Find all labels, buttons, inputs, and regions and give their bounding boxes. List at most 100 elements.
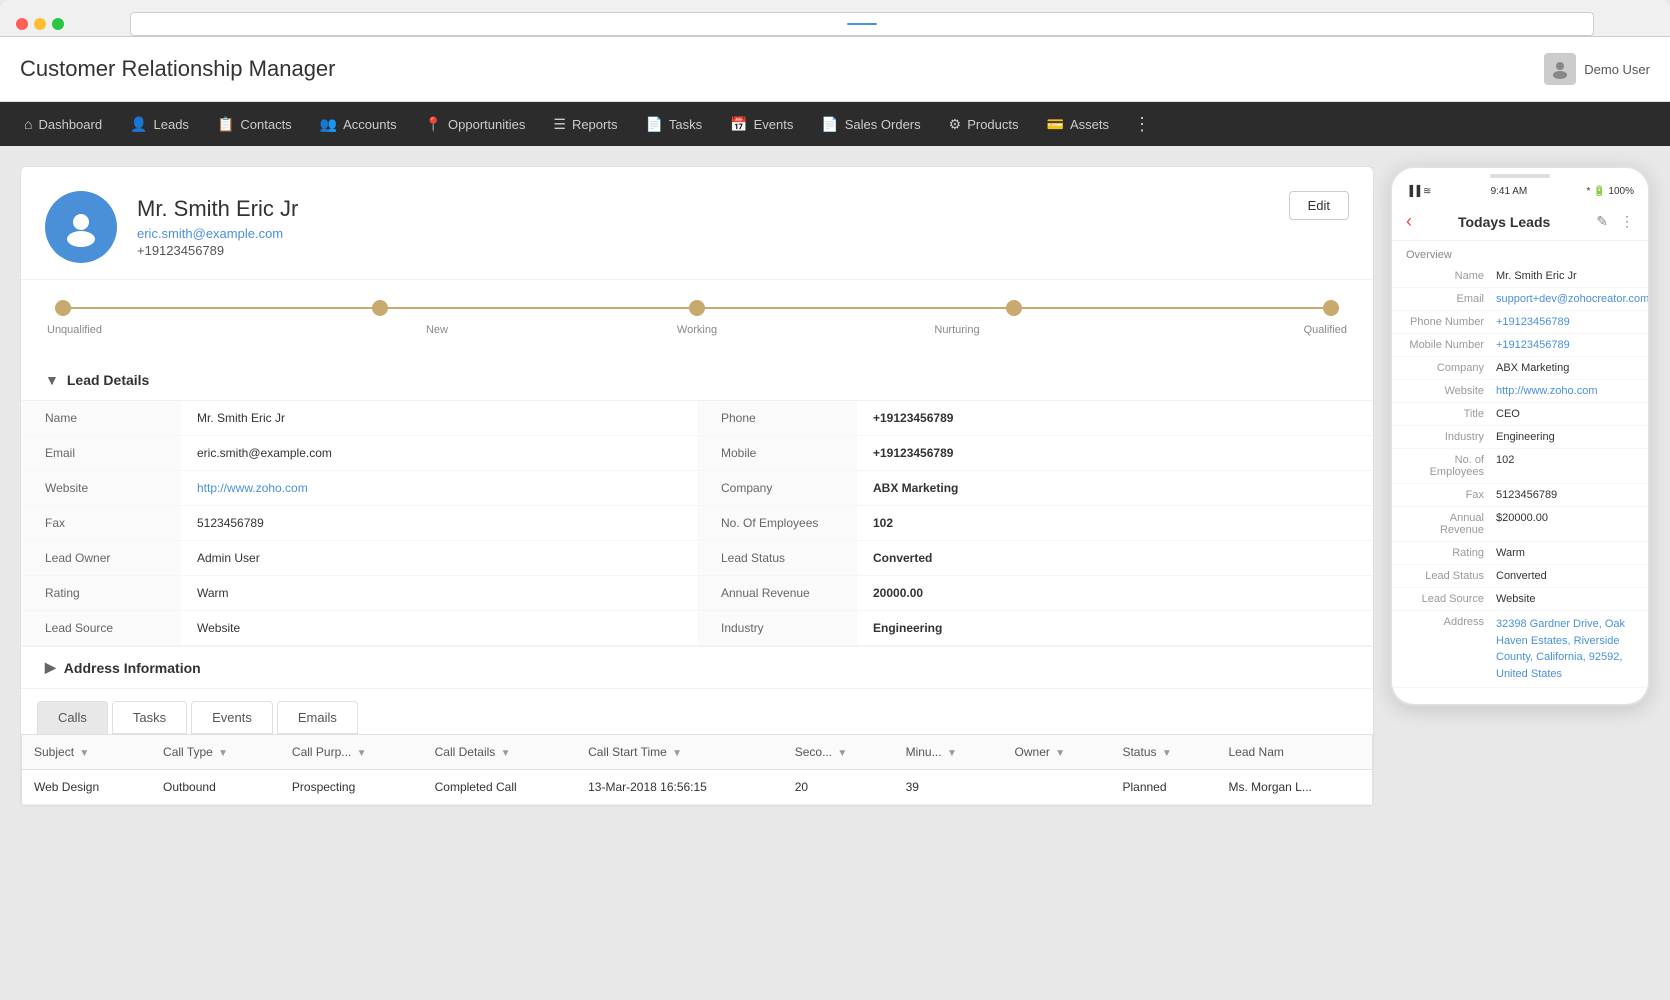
reports-icon: ☰ [553,116,566,133]
phone-label-lead-source: Lead Source [1406,593,1496,605]
tab-calls[interactable]: Calls [37,701,108,734]
nav-item-dashboard[interactable]: ⌂ Dashboard [10,102,116,146]
label-rating: Rating [21,576,181,610]
col-owner[interactable]: Owner ▼ [1003,735,1111,770]
phone-field-lead-source: Lead Source Website [1392,588,1648,611]
table-header-row: Subject ▼ Call Type ▼ Call Purp... ▼ Cal… [22,735,1372,770]
contacts-icon: 📋 [217,116,234,133]
phone-value-address[interactable]: 32398 Gardner Drive, Oak Haven Estates, … [1496,616,1634,682]
nav-label-products: Products [967,117,1018,132]
edit-button[interactable]: Edit [1289,191,1349,220]
tab-tasks[interactable]: Tasks [112,701,187,734]
tab-events[interactable]: Events [191,701,273,734]
phone-value-mobile[interactable]: +19123456789 [1496,339,1634,351]
phone-back-button[interactable]: ‹ [1406,211,1412,232]
col-subject[interactable]: Subject ▼ [22,735,151,770]
nav-label-assets: Assets [1070,117,1109,132]
nav-item-products[interactable]: ⚙ Products [935,102,1033,146]
nav-label-accounts: Accounts [343,117,396,132]
nav-item-assets[interactable]: 💳 Assets [1033,102,1123,146]
tabs-section: Calls Tasks Events Emails [21,688,1373,734]
close-button[interactable] [16,18,28,30]
col-call-details[interactable]: Call Details ▼ [423,735,576,770]
progress-dot-nurturing[interactable] [1006,300,1022,316]
profile-email[interactable]: eric.smith@example.com [137,226,298,241]
progress-label-unqualified: Unqualified [47,324,307,336]
nav-item-leads[interactable]: 👤 Leads [116,102,203,146]
nav-item-events[interactable]: 📅 Events [716,102,807,146]
col-lead-name[interactable]: Lead Nam [1217,735,1373,770]
value-phone: +19123456789 [857,401,1373,435]
phone-label-rating: Rating [1406,547,1496,559]
cell-seconds: 20 [783,770,894,805]
progress-dot-qualified[interactable] [1323,300,1339,316]
progress-label-new: New [307,324,567,336]
phone-time: 9:41 AM [1491,186,1528,197]
profile-phone: +19123456789 [137,243,298,258]
home-icon: ⌂ [24,116,32,132]
user-name: Demo User [1584,62,1650,77]
phone-edit-icon[interactable]: ✎ [1596,213,1608,230]
loading-indicator [847,23,877,25]
mobile-preview: ▐▐ ≋ 9:41 AM * 🔋 100% ‹ Todays Leads ✎ ⋮… [1390,166,1650,706]
events-icon: 📅 [730,116,747,133]
phone-value-email[interactable]: support+dev@zohocreator.com [1496,293,1648,305]
phone-value-phone[interactable]: +19123456789 [1496,316,1634,328]
progress-dot-new[interactable] [372,300,388,316]
phone-label-employees: No. of Employees [1406,454,1496,478]
col-seconds[interactable]: Seco... ▼ [783,735,894,770]
nav-label-events: Events [754,117,794,132]
nav-item-sales-orders[interactable]: 📄 Sales Orders [807,102,934,146]
nav-label-reports: Reports [572,117,618,132]
nav-item-opportunities[interactable]: 📍 Opportunities [411,102,540,146]
progress-section: Unqualified New Working Nurturing Qualif… [21,280,1373,360]
phone-field-website: Website http://www.zoho.com [1392,380,1648,403]
address-expand-arrow: ▶ [45,659,56,676]
profile-avatar [45,191,117,263]
phone-value-website[interactable]: http://www.zoho.com [1496,385,1634,397]
lead-details-header[interactable]: ▼ Lead Details [21,360,1373,401]
address-section-header[interactable]: ▶ Address Information [21,647,1373,688]
nav-label-sales-orders: Sales Orders [845,117,921,132]
phone-label-email: Email [1406,293,1496,305]
col-minutes[interactable]: Minu... ▼ [894,735,1003,770]
tabs-row: Calls Tasks Events Emails [37,701,1357,734]
phone-scroll-area[interactable]: Overview Name Mr. Smith Eric Jr Email su… [1392,241,1648,697]
phone-field-industry: Industry Engineering [1392,426,1648,449]
phone-battery: * 🔋 100% [1587,186,1634,197]
phone-value-company: ABX Marketing [1496,362,1634,374]
tab-emails[interactable]: Emails [277,701,358,734]
label-mobile: Mobile [697,436,857,470]
profile-left: Mr. Smith Eric Jr eric.smith@example.com… [45,191,298,263]
detail-row-company: Company ABX Marketing [697,471,1373,506]
col-call-purpose[interactable]: Call Purp... ▼ [280,735,423,770]
value-fax: 5123456789 [181,506,697,540]
detail-row-industry: Industry Engineering [697,611,1373,646]
label-lead-owner: Lead Owner [21,541,181,575]
more-menu-button[interactable]: ⋮ [1123,114,1161,135]
value-lead-status: Converted [857,541,1373,575]
detail-row-lead-owner: Lead Owner Admin User [21,541,697,576]
maximize-button[interactable] [52,18,64,30]
progress-dot-working[interactable] [689,300,705,316]
detail-row-name: Name Mr. Smith Eric Jr [21,401,697,436]
phone-more-icon[interactable]: ⋮ [1620,213,1634,230]
value-website[interactable]: http://www.zoho.com [181,471,697,505]
profile-name: Mr. Smith Eric Jr [137,196,298,222]
phone-label-lead-status: Lead Status [1406,570,1496,582]
col-status[interactable]: Status ▼ [1110,735,1216,770]
nav-label-contacts: Contacts [240,117,291,132]
col-call-start-time[interactable]: Call Start Time ▼ [576,735,783,770]
col-call-type[interactable]: Call Type ▼ [151,735,280,770]
assets-icon: 💳 [1047,116,1064,133]
nav-item-contacts[interactable]: 📋 Contacts [203,102,306,146]
phone-value-rating: Warm [1496,547,1634,559]
nav-item-reports[interactable]: ☰ Reports [539,102,631,146]
section-label: Lead Details [67,372,149,388]
minimize-button[interactable] [34,18,46,30]
nav-item-tasks[interactable]: 📄 Tasks [631,102,716,146]
products-icon: ⚙ [949,116,962,133]
nav-item-accounts[interactable]: 👥 Accounts [306,102,411,146]
phone-field-employees: No. of Employees 102 [1392,449,1648,484]
progress-dot-unqualified[interactable] [55,300,71,316]
